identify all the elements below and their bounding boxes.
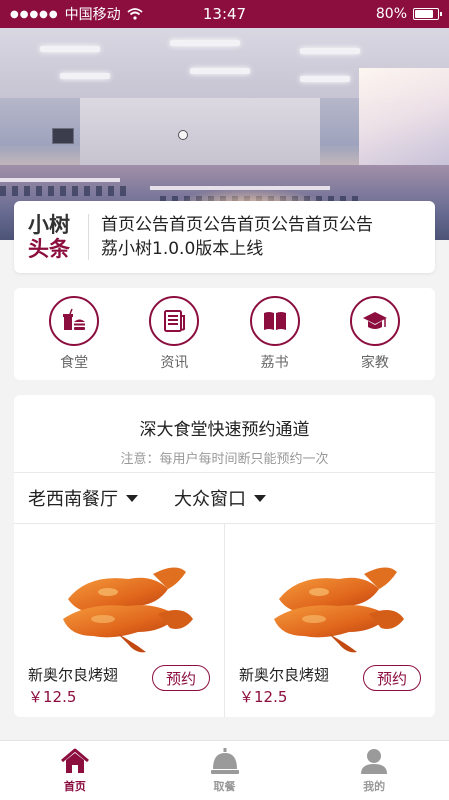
caret-down-icon	[126, 494, 138, 502]
canteen-icon	[49, 296, 100, 346]
home-icon	[60, 748, 89, 773]
banner-light	[170, 40, 240, 46]
banner-table	[0, 178, 120, 182]
banner-tv	[52, 128, 74, 144]
tab-home-label: 首页	[63, 780, 86, 793]
tab-home[interactable]: 首页	[0, 741, 150, 800]
headline-card[interactable]: 小树 头条 首页公告首页公告首页公告首页公告 荔小树1.0.0版本上线	[14, 201, 435, 273]
headline-logo-line2: 头条	[28, 237, 70, 261]
headline-text: 首页公告首页公告首页公告首页公告 荔小树1.0.0版本上线	[101, 213, 435, 261]
graduation-cap-icon	[349, 296, 400, 346]
menu-label-canteen: 食堂	[60, 355, 89, 371]
status-time: 13:47	[202, 5, 247, 23]
product-card[interactable]: 新奥尔良烤翅 ￥12.5 预约	[14, 524, 224, 717]
bottom-tab-bar: 首页 取餐 我的	[0, 740, 449, 800]
banner-wall	[80, 98, 320, 168]
user-icon	[361, 749, 388, 774]
battery-level	[415, 10, 433, 18]
product-price: ￥12.5	[239, 688, 288, 706]
product-name: 新奥尔良烤翅	[28, 666, 119, 684]
menu-label-news: 资讯	[160, 355, 189, 371]
banner-light	[300, 76, 350, 82]
status-bar: ●●●●● 中国移动 13:47 80%	[0, 0, 449, 28]
menu-item-tutor[interactable]: 家教	[335, 296, 415, 372]
news-icon	[149, 296, 200, 346]
canteen-dropdown-label: 老西南餐厅	[28, 489, 118, 510]
chicken-wings-image	[63, 567, 193, 653]
product-card[interactable]: 新奥尔良烤翅 ￥12.5 预约	[224, 524, 434, 717]
book-icon	[249, 296, 300, 346]
banner-light	[60, 73, 110, 79]
reserve-button[interactable]: 预约	[152, 665, 210, 691]
banner-light	[40, 46, 100, 52]
headline-line2: 荔小树1.0.0版本上线	[101, 239, 264, 259]
headline-line1: 首页公告首页公告首页公告首页公告	[101, 215, 373, 235]
battery-icon	[413, 8, 442, 20]
tab-profile-label: 我的	[363, 780, 386, 793]
tab-pickup-label: 取餐	[213, 780, 236, 793]
booking-title: 深大食堂快速预约通道	[139, 420, 310, 440]
headline-logo-line1: 小树	[28, 213, 70, 237]
menu-item-canteen[interactable]: 食堂	[34, 296, 114, 372]
banner-light	[300, 48, 360, 54]
window-dropdown-label: 大众窗口	[174, 489, 246, 510]
banner-light	[190, 68, 250, 74]
reserve-button[interactable]: 预约	[363, 665, 421, 691]
headline-divider	[88, 214, 89, 260]
banner-clock	[178, 130, 188, 140]
tab-pickup[interactable]: 取餐	[150, 741, 300, 800]
headline-logo: 小树 头条	[14, 213, 88, 261]
menu-label-book: 荔书	[260, 355, 289, 371]
cloche-icon	[210, 748, 239, 774]
banner-chairs	[0, 186, 130, 196]
product-price: ￥12.5	[28, 688, 77, 706]
caret-down-icon	[254, 494, 266, 502]
chicken-wings-image	[274, 567, 404, 653]
menu-item-news[interactable]: 资讯	[134, 296, 214, 372]
function-menu: 食堂 资讯 荔书 家教	[14, 288, 435, 380]
menu-label-tutor: 家教	[360, 355, 389, 371]
booking-note: 注意：每用户每时间断只能预约一次	[120, 452, 329, 467]
tab-profile[interactable]: 我的	[299, 741, 449, 800]
product-list: 新奥尔良烤翅 ￥12.5 预约 新奥尔良烤翅 ￥12.5 预约	[14, 524, 435, 717]
product-name: 新奥尔良烤翅	[239, 666, 330, 684]
window-dropdown[interactable]: 大众窗口	[174, 485, 266, 511]
menu-item-book[interactable]: 荔书	[235, 296, 315, 372]
booking-filters: 老西南餐厅 大众窗口	[14, 473, 435, 523]
booking-card: 深大食堂快速预约通道 注意：每用户每时间断只能预约一次 老西南餐厅 大众窗口 新…	[14, 395, 435, 717]
canteen-dropdown[interactable]: 老西南餐厅	[28, 485, 138, 511]
